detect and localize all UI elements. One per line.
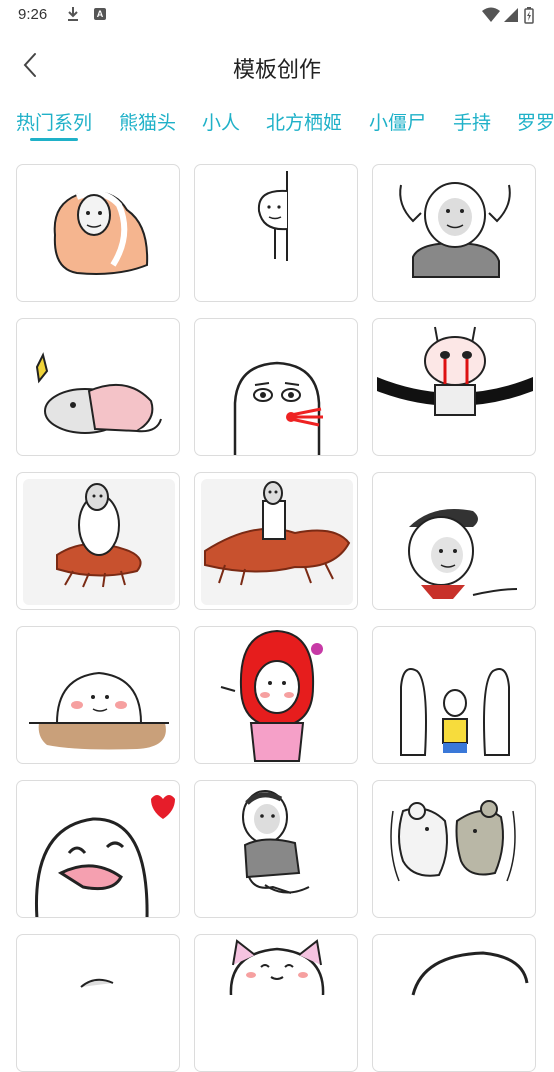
tab-little-man[interactable]: 小人 — [202, 108, 240, 135]
tab-hand-held[interactable]: 手持 — [453, 108, 491, 135]
template-card[interactable] — [16, 934, 180, 1072]
red-riding-hood-panda-icon — [220, 629, 323, 762]
template-card[interactable] — [372, 164, 536, 302]
template-card[interactable] — [16, 472, 180, 610]
template-card[interactable] — [16, 626, 180, 764]
active-tab-indicator — [30, 138, 78, 141]
template-card[interactable] — [372, 626, 536, 764]
panda-man-riding-shrimp-icon — [23, 479, 175, 605]
battery-icon — [524, 7, 534, 24]
template-card[interactable] — [194, 626, 358, 764]
template-card[interactable] — [16, 318, 180, 456]
kid-held-by-two-icon — [400, 668, 510, 756]
template-card[interactable] — [194, 164, 358, 302]
tab-panda-head[interactable]: 熊猫头 — [119, 108, 176, 135]
partial-mouse-icon — [80, 978, 114, 988]
panda-man-on-shrimp-icon — [201, 479, 353, 605]
blob-face-on-ground-icon — [29, 671, 169, 750]
crying-rabbit-arms-out-icon — [377, 326, 533, 416]
tab-little-zombie[interactable]: 小僵尸 — [369, 108, 426, 135]
template-card[interactable] — [194, 472, 358, 610]
a-badge-icon: A — [94, 8, 106, 20]
template-card[interactable] — [16, 164, 180, 302]
template-card[interactable] — [372, 318, 536, 456]
peeking-stickman-icon — [257, 171, 288, 261]
system-icons — [480, 5, 540, 29]
panda-man-sitting-icon — [242, 790, 310, 894]
cat-ear-face-icon — [229, 939, 325, 996]
status-time: 9:26 — [18, 6, 48, 23]
category-tabs: 热门系列 熊猫头 小人 北方栖姬 小僵尸 手持 罗罗 — [0, 104, 554, 148]
status-bar: 9:26 A — [0, 0, 554, 32]
template-card[interactable] — [194, 934, 358, 1072]
signal-icon — [504, 8, 518, 22]
template-card[interactable] — [16, 780, 180, 918]
wifi-icon — [482, 7, 500, 22]
template-card[interactable] — [372, 472, 536, 610]
header: 模板创作 — [0, 36, 554, 96]
heart-laughing-face-icon — [34, 795, 175, 917]
partial-ghost-icon — [411, 951, 529, 996]
two-hamsters-icon — [390, 800, 516, 882]
tab-northern-princess[interactable]: 北方栖姬 — [266, 108, 342, 135]
panda-head-blanket-icon — [53, 190, 149, 275]
tab-hot-series[interactable]: 热门系列 — [16, 108, 92, 135]
hamster-under-blanket-icon — [35, 352, 162, 434]
template-card[interactable] — [194, 318, 358, 456]
boy-red-scarf-pointing-icon — [408, 509, 518, 599]
template-card[interactable] — [372, 934, 536, 1072]
page-title: 模板创作 — [232, 58, 321, 83]
template-card[interactable] — [194, 780, 358, 918]
round-face-spitting-icon — [233, 361, 323, 455]
template-card[interactable] — [372, 780, 536, 918]
tab-luoluo[interactable]: 罗罗 — [517, 108, 554, 135]
panda-head-middle-fingers-icon — [399, 182, 511, 278]
download-icon — [66, 5, 80, 27]
